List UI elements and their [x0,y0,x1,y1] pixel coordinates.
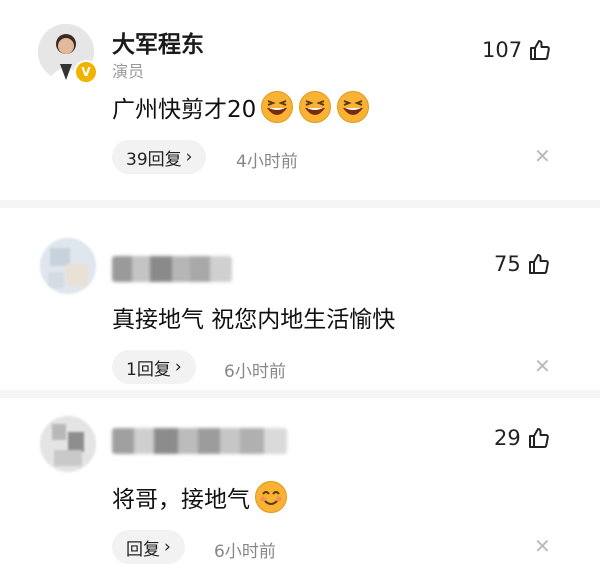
reply-label: 1回复 [126,359,171,380]
like-count: 29 [494,426,521,450]
reply-button[interactable]: 1回复 › [112,350,196,384]
comment-text: 广州快剪才20 [112,97,257,123]
author-name-blurred[interactable] [112,256,232,282]
reply-button[interactable]: 回复 › [112,530,185,564]
reply-button[interactable]: 39回复 › [112,140,207,174]
comment-item: 29 将哥，接地气 回复 › 6小时前 ✕ [0,390,600,570]
comment-item: V 大军程东 演员 107 广州快剪才20 39回复 › 4小时前 ✕ [0,0,600,200]
timestamp: 4小时前 [236,152,298,172]
thumbs-up-icon [530,40,550,60]
avatar[interactable] [40,416,96,472]
reply-label: 回复 [126,539,160,560]
like-button[interactable]: 107 [482,38,552,62]
chevron-right-icon: › [185,147,193,167]
comment-item: 75 真接地气 祝您内地生活愉快 1回复 › 6小时前 ✕ [0,200,600,390]
close-icon[interactable]: ✕ [534,144,551,168]
comment-text: 将哥，接地气 [112,487,250,513]
verified-badge-icon: V [74,60,98,84]
author-name[interactable]: 大军程东 [112,25,204,59]
comment-text-row: 将哥，接地气 [112,480,288,514]
timestamp: 6小时前 [224,362,286,382]
thumbs-up-icon [528,428,549,448]
close-icon[interactable]: ✕ [534,354,551,378]
like-button[interactable]: 29 [494,426,551,450]
avatar[interactable] [40,238,96,294]
like-button[interactable]: 75 [494,252,551,276]
thumbs-up-icon [528,254,549,274]
smiling-face-icon [255,481,287,513]
like-count: 75 [494,252,521,276]
comment-text: 真接地气 祝您内地生活愉快 [112,307,396,333]
chevron-right-icon: › [164,537,171,557]
like-count: 107 [482,38,523,62]
comment-text-row: 广州快剪才20 [112,90,370,124]
reply-label: 39回复 [126,149,182,170]
chevron-right-icon: › [174,357,182,377]
author-role: 演员 [112,62,145,81]
author-name-blurred[interactable] [112,428,287,454]
grin-squint-icon [337,91,370,123]
comment-text-row: 真接地气 祝您内地生活愉快 [112,300,395,334]
grin-squint-icon [299,91,332,123]
timestamp: 6小时前 [214,542,276,562]
grin-squint-icon [261,91,294,123]
close-icon[interactable]: ✕ [534,534,551,558]
